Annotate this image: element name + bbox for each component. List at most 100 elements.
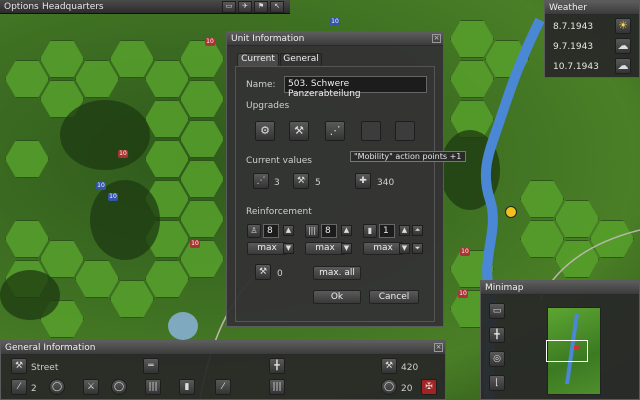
unit-marker[interactable]: 10 [96,182,106,190]
unit-information-dialog: Unit Information × Current General Name:… [226,31,466,327]
increase-arrow-icon[interactable]: ▲ [283,225,294,236]
decrease-arrow-icon[interactable]: ▼ [399,243,410,254]
unit-strength-label: 10 [461,248,469,255]
upgrade-weapon-icon[interactable]: ⚒ [289,121,309,141]
minimap-view[interactable] [546,307,601,395]
general-info-title: General Information × [1,341,445,355]
ammo-icon: ||| [305,224,319,238]
cost-icon: ⚒ [255,264,271,280]
attack-value: 5 [315,178,321,188]
dialog-title: Unit Information × [227,32,443,46]
weather-date: 9.7.1943 [553,42,594,52]
unit-marker[interactable]: 10 [118,150,128,158]
double-decrease-arrow-icon[interactable]: ⏷ [412,243,423,254]
defense-icon: ⁄ [11,379,27,395]
upgrades-label: Upgrades [246,101,290,111]
unit-marker[interactable]: 10 [460,248,470,256]
toolbar-tank-icon[interactable]: ▭ [222,1,236,13]
defense-value: 2 [31,384,37,394]
attack-value-icon: ⚒ [293,173,309,189]
defense-icon: ⁄ [215,379,231,395]
upgrade-slot-empty[interactable] [395,121,415,141]
minimap-unit-marker [574,346,580,350]
unit-marker[interactable]: 10 [458,290,468,298]
unit-strength-label: 10 [191,240,199,247]
lake [168,312,198,340]
fuel-icon: ▮ [179,379,195,395]
attack-icon: ⚔ [83,379,99,395]
decrease-arrow-icon[interactable]: ▼ [341,243,352,254]
toolbar-flag-icon[interactable]: ⚑ [254,1,268,13]
range-value: 340 [377,178,395,188]
current-values-label: Current values [246,156,312,166]
unit-marker[interactable]: 10 [190,240,200,248]
crosshair-icon: ╋ [269,358,285,374]
double-increase-arrow-icon[interactable]: ⏶ [412,225,423,236]
cost-value: 0 [277,269,283,279]
weather-date: 8.7.1943 [553,22,594,32]
weather-date: 10.7.1943 [553,62,599,72]
cloud-icon: ☁ [615,38,631,54]
reinforce-count[interactable]: 8 [263,224,279,238]
weather-panel: Weather 8.7.1943 ☀ 9.7.1943 ☁ 10.7.1943 … [544,0,640,78]
upgrade-armor-icon[interactable]: ⚙ [255,121,275,141]
upgrade-mobility-icon[interactable]: ⋰ [325,121,345,141]
strength-icon: ⚒ [381,358,397,374]
headquarters-menu[interactable]: Headquarters [42,2,104,12]
max-button[interactable]: max [363,242,403,255]
unit-strength-label: 10 [331,18,339,25]
unit-strength-label: 10 [119,150,127,157]
sun-icon: ☀ [615,18,631,34]
toolbar-plane-icon[interactable]: ✈ [238,1,252,13]
unit-marker[interactable]: 10 [330,18,340,26]
minimap-viewport-frame[interactable] [546,340,588,362]
road-icon: ═ [143,358,159,374]
general-information-panel: General Information × ⚒ Street ═ ╋ ⚒ 420… [0,340,446,400]
options-menu[interactable]: Options [4,2,39,12]
max-button[interactable]: max [247,242,287,255]
laurel-icon: ◯ [381,379,397,395]
laurel-icon: ◯ [111,379,127,395]
reinforce-count[interactable]: 1 [379,224,395,238]
unit-marker[interactable]: 10 [205,38,215,46]
mobility-tooltip: "Mobility" action points +1 [350,151,466,162]
ammo-icon: ||| [269,379,285,395]
unit-strength-label: 10 [206,38,214,45]
terrain-icon: ⚒ [11,358,27,374]
toolbar-cursor-icon[interactable]: ↖ [270,1,284,13]
increase-arrow-icon[interactable]: ▲ [341,225,352,236]
top-menu-bar: Options Headquarters ▭ ✈ ⚑ ↖ [0,0,290,14]
name-label: Name: [246,80,276,90]
unit-strength-label: 10 [97,182,105,189]
ok-button[interactable]: Ok [313,290,361,304]
decrease-arrow-icon[interactable]: ▼ [283,243,294,254]
tab-general[interactable]: General [280,53,322,66]
range-value-icon: ✚ [355,173,371,189]
increase-arrow-icon[interactable]: ▲ [399,225,410,236]
max-all-button[interactable]: max. all [313,266,361,280]
objective-marker-icon[interactable] [505,206,517,218]
weather-title: Weather [545,1,639,15]
close-icon[interactable]: × [434,343,443,352]
close-icon[interactable]: × [432,34,441,43]
tab-current[interactable]: Current [237,53,279,66]
minimap-title: Minimap [481,281,639,295]
terrain-name: Street [31,363,59,373]
minimap-layer-icon[interactable]: ▭ [489,303,505,319]
minimap-center-icon[interactable]: ◎ [489,351,505,367]
cancel-button[interactable]: Cancel [369,290,419,304]
mobility-value: 3 [274,178,280,188]
reinforce-count[interactable]: 8 [321,224,337,238]
unit-strength-label: 10 [459,290,467,297]
laurel-icon: ◯ [49,379,65,395]
fuel-icon: ▮ [363,224,377,238]
unit-strength-label: 10 [109,193,117,200]
max-button[interactable]: max [305,242,345,255]
upgrade-slot-empty[interactable] [361,121,381,141]
unit-name-field[interactable]: 503. Schwere Panzerabteilung [284,76,427,99]
nation-emblem-icon: ✠ [421,379,437,395]
minimap-zoom-icon[interactable]: ⌊ [489,375,505,391]
minimap-grid-icon[interactable]: ╋ [489,327,505,343]
unit-marker[interactable]: 10 [108,193,118,201]
reinforcement-label: Reinforcement [246,207,312,217]
